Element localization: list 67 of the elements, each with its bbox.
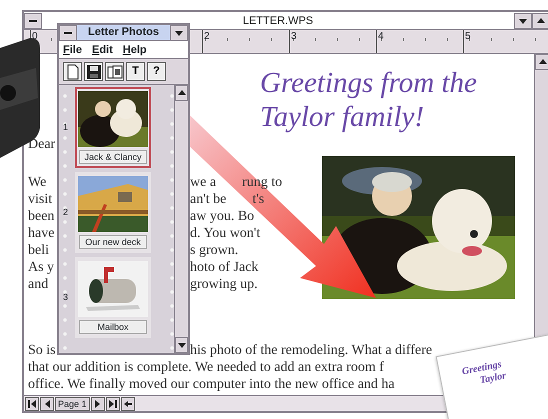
- window-title: LETTER.WPS: [242, 14, 314, 28]
- system-menu-button[interactable]: [59, 24, 77, 40]
- letter-text: beli: [28, 243, 49, 258]
- new-document-icon: [64, 64, 80, 80]
- photo-thumbnail[interactable]: Our new deck: [75, 172, 151, 253]
- letter-text: We: [28, 175, 46, 190]
- ruler-number: 2: [202, 30, 289, 53]
- photo-thumbnail[interactable]: Mailbox: [75, 257, 151, 338]
- tool-button[interactable]: [63, 62, 82, 81]
- scroll-up-button[interactable]: [175, 85, 188, 101]
- last-page-icon: [108, 400, 117, 408]
- up-arrow-icon: [536, 16, 546, 26]
- letter-text: that our addition is complete. We needed to add an extra room f: [28, 359, 384, 376]
- pages-icon: [106, 64, 122, 80]
- photo-number: 1: [63, 120, 70, 134]
- dropdown-button[interactable]: [170, 24, 188, 40]
- photo-caption: Jack & Clancy: [79, 150, 147, 164]
- tool-button[interactable]: [84, 62, 103, 81]
- last-page-button[interactable]: [106, 396, 120, 410]
- letter-text: s grown.: [190, 242, 238, 259]
- up-arrow-icon: [176, 88, 186, 98]
- letter-text: hoto of Jack: [190, 259, 258, 276]
- previous-page-button[interactable]: [40, 396, 54, 410]
- up-arrow-icon: [538, 57, 548, 67]
- document-heading: Greetings from the Taylor family!: [260, 66, 478, 134]
- photo-caption: Our new deck: [79, 235, 147, 249]
- letter-text: So is: [28, 343, 56, 358]
- scroll-down-button[interactable]: [175, 337, 188, 353]
- ruler-number: 4: [376, 30, 463, 53]
- letter-text: As y: [28, 260, 54, 275]
- ruler-number: 5: [463, 30, 548, 53]
- letter-text: an't be: [190, 191, 226, 208]
- letter-text: d. You won't: [190, 225, 260, 242]
- previous-page-icon: [43, 400, 51, 408]
- down-arrow-icon: [176, 340, 186, 350]
- scroll-up-button[interactable]: [535, 54, 548, 70]
- system-menu-button[interactable]: [24, 12, 42, 28]
- next-page-icon: [94, 400, 102, 408]
- card-text: Taylor: [479, 370, 508, 388]
- letter-text: growing up.: [190, 276, 258, 293]
- tool-button[interactable]: ?: [147, 62, 166, 81]
- letter-text: we a: [190, 174, 216, 191]
- minimize-button[interactable]: [514, 12, 532, 28]
- first-page-button[interactable]: [25, 396, 39, 410]
- letter-text: office. We finally moved our computer into the new office and ha: [28, 376, 395, 393]
- letter-text: visit: [28, 192, 52, 207]
- photo-thumbnail[interactable]: Jack & Clancy: [75, 87, 151, 168]
- ruler-number: 3: [289, 30, 376, 53]
- tool-button[interactable]: [105, 62, 124, 81]
- next-page-button[interactable]: [90, 396, 105, 410]
- maximize-button[interactable]: [532, 12, 548, 28]
- photo-number: 2: [63, 206, 70, 219]
- letter-text: his photo of the remodeling. What a differe: [190, 342, 432, 359]
- letter-text: aw you. Bo: [190, 208, 254, 225]
- letter-text: and: [28, 277, 48, 292]
- save-icon: [86, 64, 102, 80]
- palette-title: Letter Photos: [77, 25, 170, 40]
- go-to-page-button[interactable]: [120, 396, 135, 410]
- go-to-page-icon: [124, 400, 132, 408]
- letter-text: t's: [252, 191, 264, 208]
- letter-text: have: [28, 226, 54, 241]
- tool-button[interactable]: T: [126, 62, 145, 81]
- page-number: Page 1: [55, 396, 90, 410]
- photo-caption: Mailbox: [79, 320, 147, 334]
- photo-number: 3: [63, 290, 70, 304]
- letter-text: been: [28, 209, 54, 224]
- first-page-icon: [28, 400, 36, 408]
